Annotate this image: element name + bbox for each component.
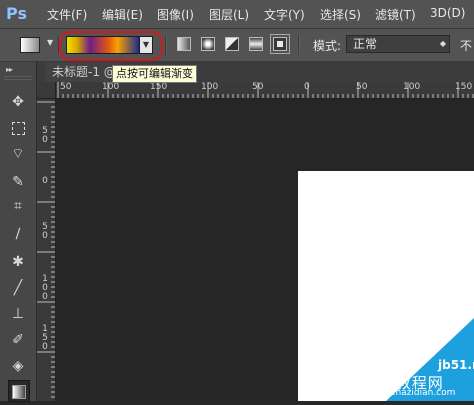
menu-select[interactable]: 选择(S) xyxy=(320,6,361,23)
clone-stamp-tool[interactable]: ⊥ xyxy=(8,304,28,324)
divider xyxy=(58,35,60,55)
ruler-label: 50 xyxy=(252,82,264,92)
angle-gradient-icon[interactable] xyxy=(225,37,239,51)
gradient-picker-chevron-icon[interactable]: ▼ xyxy=(139,36,153,54)
ruler-label: 5 0 xyxy=(42,222,48,241)
horizontal-ruler[interactable]: 50 100 150 100 50 0 50 100 150 xyxy=(56,82,474,99)
ruler-label: 1 5 0 xyxy=(42,324,48,352)
document-tab[interactable]: 未标题-1 @ xyxy=(46,62,122,82)
chevron-down-icon[interactable]: ▼ xyxy=(47,38,53,47)
mode-select[interactable]: 正常 ◆ xyxy=(346,35,450,53)
gradient-tool[interactable] xyxy=(8,380,30,402)
crop-icon: ⌗ xyxy=(14,198,22,214)
watermark-url: jiaocheng.chazidian.com xyxy=(344,388,456,398)
gradient-tooltip: 点按可编辑渐变 xyxy=(112,65,197,83)
move-tool[interactable]: ✥ xyxy=(8,92,28,112)
mode-label: 模式: xyxy=(313,39,342,53)
tool-preset-picker[interactable] xyxy=(20,37,40,53)
marquee-tool[interactable] xyxy=(8,118,28,138)
vertical-ruler[interactable]: 5 0 0 5 0 1 0 0 1 5 0 xyxy=(37,99,56,401)
diamond-shape xyxy=(277,41,283,47)
ruler-label: 150 xyxy=(150,82,168,92)
divider xyxy=(298,35,300,55)
lasso-icon: ⌔ xyxy=(11,146,25,162)
healing-brush-icon: ✱ xyxy=(12,254,24,270)
linear-gradient-icon[interactable] xyxy=(177,37,191,51)
lasso-tool[interactable]: ⌔ xyxy=(8,144,28,164)
menu-edit[interactable]: 编辑(E) xyxy=(102,6,143,23)
brush-icon: ╱ xyxy=(13,280,23,296)
document-tab-bar: 未标题-1 @ xyxy=(37,62,474,82)
opacity-label: 不 xyxy=(460,39,473,53)
ruler-label: 100 xyxy=(102,82,120,92)
eyedropper-tool[interactable]: ∕ xyxy=(8,224,28,244)
divider xyxy=(165,35,167,55)
photoshop-logo: Ps xyxy=(6,4,27,23)
ruler-label: 50 xyxy=(60,82,72,92)
menu-image[interactable]: 图像(I) xyxy=(157,6,194,23)
menu-type[interactable]: 文字(Y) xyxy=(264,6,305,23)
ruler-label: 0 xyxy=(304,82,310,92)
eraser-icon: ◈ xyxy=(12,358,24,374)
collapse-panel-icon[interactable]: ▸▸ xyxy=(6,65,13,74)
ruler-label: 50 xyxy=(356,82,368,92)
updown-chevron-icon: ◆ xyxy=(439,39,446,48)
ruler-label: 100 xyxy=(201,82,219,92)
menu-bar: Ps 文件(F) 编辑(E) 图像(I) 图层(L) 文字(Y) 选择(S) 滤… xyxy=(0,0,474,29)
ruler-origin[interactable] xyxy=(37,82,56,99)
options-bar: ▼ ▼ 模式: 正常 ◆ 不 xyxy=(0,29,474,62)
menu-3d[interactable]: 3D(D) xyxy=(430,6,465,20)
eraser-tool[interactable]: ◈ xyxy=(8,356,28,376)
ruler-label: 0 xyxy=(42,176,48,186)
menu-filter[interactable]: 滤镜(T) xyxy=(375,6,416,23)
quick-select-icon: ✎ xyxy=(12,174,24,190)
healing-brush-tool[interactable]: ✱ xyxy=(8,252,28,272)
marquee-icon xyxy=(11,122,25,135)
ruler-label: 1 0 0 xyxy=(42,274,48,302)
menu-layer[interactable]: 图层(L) xyxy=(209,6,249,23)
history-brush-icon: ✐ xyxy=(12,332,24,348)
gradient-tool-icon xyxy=(12,385,26,399)
watermark-site: jb51.net xyxy=(438,358,474,372)
ruler-label: 100 xyxy=(403,82,421,92)
mode-value: 正常 xyxy=(353,37,378,51)
quick-select-tool[interactable]: ✎ xyxy=(8,172,28,192)
panel-grip[interactable] xyxy=(4,76,32,80)
history-brush-tool[interactable]: ✐ xyxy=(8,330,28,350)
ruler-label: 150 xyxy=(455,82,473,92)
crop-tool[interactable]: ⌗ xyxy=(8,196,28,216)
brush-tool[interactable]: ╱ xyxy=(8,278,28,298)
clone-stamp-icon: ⊥ xyxy=(11,306,25,322)
ruler-label: 5 0 xyxy=(42,126,48,145)
tools-panel: ▸▸ ✥ ⌔ ✎ ⌗ ∕ ✱ ╱ ⊥ ✐ ◈ xyxy=(0,62,37,402)
diamond-gradient-icon[interactable] xyxy=(270,34,290,54)
menu-file[interactable]: 文件(F) xyxy=(47,6,87,23)
reflected-gradient-icon[interactable] xyxy=(249,37,263,51)
radial-gradient-icon[interactable] xyxy=(201,37,215,51)
gradient-editor-swatch[interactable] xyxy=(66,36,140,54)
move-icon: ✥ xyxy=(12,94,24,110)
eyedropper-icon: ∕ xyxy=(15,226,21,242)
